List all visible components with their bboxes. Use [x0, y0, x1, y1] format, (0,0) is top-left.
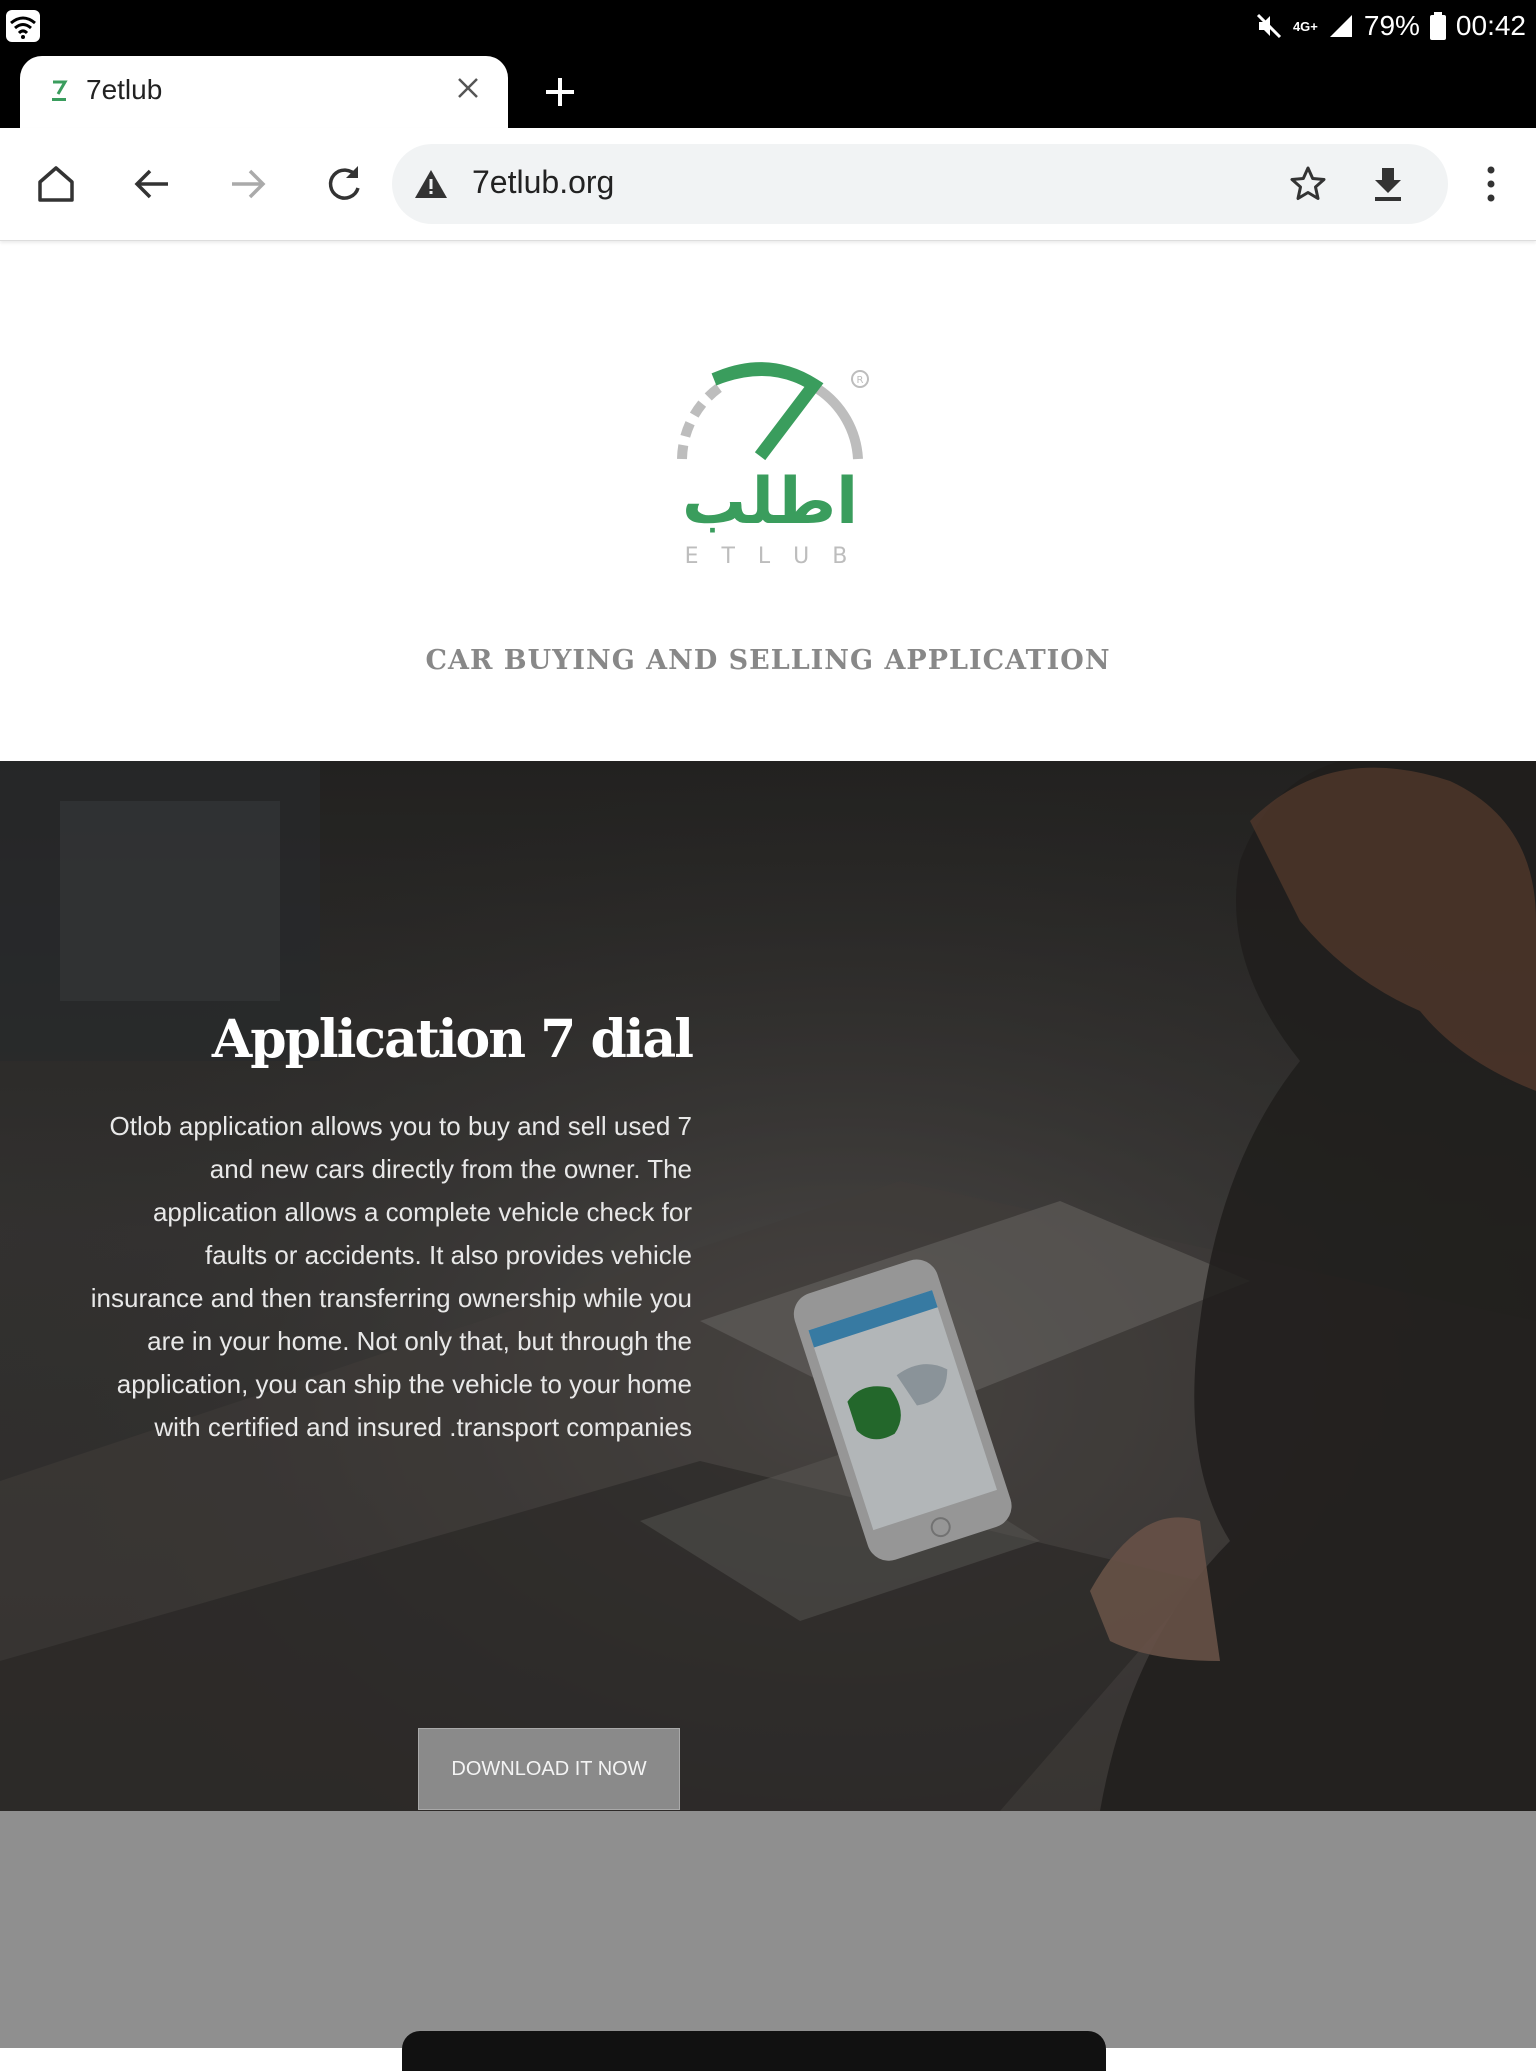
hero-title: Application 7 dial: [211, 1009, 694, 1070]
battery-icon: [1429, 12, 1446, 40]
back-icon[interactable]: [130, 162, 174, 206]
browser-toolbar: 7etlub.org: [0, 128, 1536, 241]
browser-tab[interactable]: 7etlub: [20, 56, 508, 128]
page-tagline: CAR BUYING AND SELLING APPLICATION: [425, 645, 1111, 676]
address-bar[interactable]: 7etlub.org: [392, 144, 1448, 224]
status-bar: 4G+ 79% 00:42: [0, 0, 1536, 52]
favicon-icon: [52, 80, 68, 101]
url-text[interactable]: 7etlub.org: [472, 164, 614, 201]
logo-arabic: اطلب: [682, 465, 858, 539]
download-icon[interactable]: [1368, 164, 1408, 204]
reload-icon[interactable]: [322, 162, 366, 206]
gray-section: [0, 1811, 1536, 2048]
more-vert-icon[interactable]: [1476, 162, 1506, 206]
device-mockup-top: [402, 2031, 1106, 2071]
plus-icon[interactable]: [540, 72, 580, 112]
signal-icon: [1329, 15, 1352, 37]
svg-text:R: R: [857, 375, 864, 386]
clock: 00:42: [1455, 10, 1526, 41]
tab-title: 7etlub: [86, 74, 163, 105]
hero-description: Otlob application allows you to buy and …: [90, 1111, 692, 1442]
logo-latin: E T L U B: [685, 544, 856, 569]
home-icon[interactable]: [34, 162, 78, 206]
battery-percent: 79%: [1363, 10, 1420, 41]
star-icon[interactable]: [1288, 164, 1328, 204]
download-button[interactable]: DOWNLOAD IT NOW: [418, 1728, 680, 1810]
hero-section: Application 7 dial Otlob application all…: [0, 761, 1536, 1811]
mute-icon: [1256, 13, 1281, 39]
warning-icon[interactable]: [414, 168, 448, 200]
tab-strip: 7etlub: [0, 52, 1536, 128]
close-icon[interactable]: [454, 74, 482, 102]
network-type: 4G+: [1292, 18, 1318, 34]
wifi-icon: [6, 10, 40, 42]
forward-icon[interactable]: [226, 162, 270, 206]
etlub-logo[interactable]: R اطلب E T L U B: [660, 359, 880, 569]
page-content: R اطلب E T L U B CAR BUYING AND SELLING …: [0, 241, 1536, 2071]
